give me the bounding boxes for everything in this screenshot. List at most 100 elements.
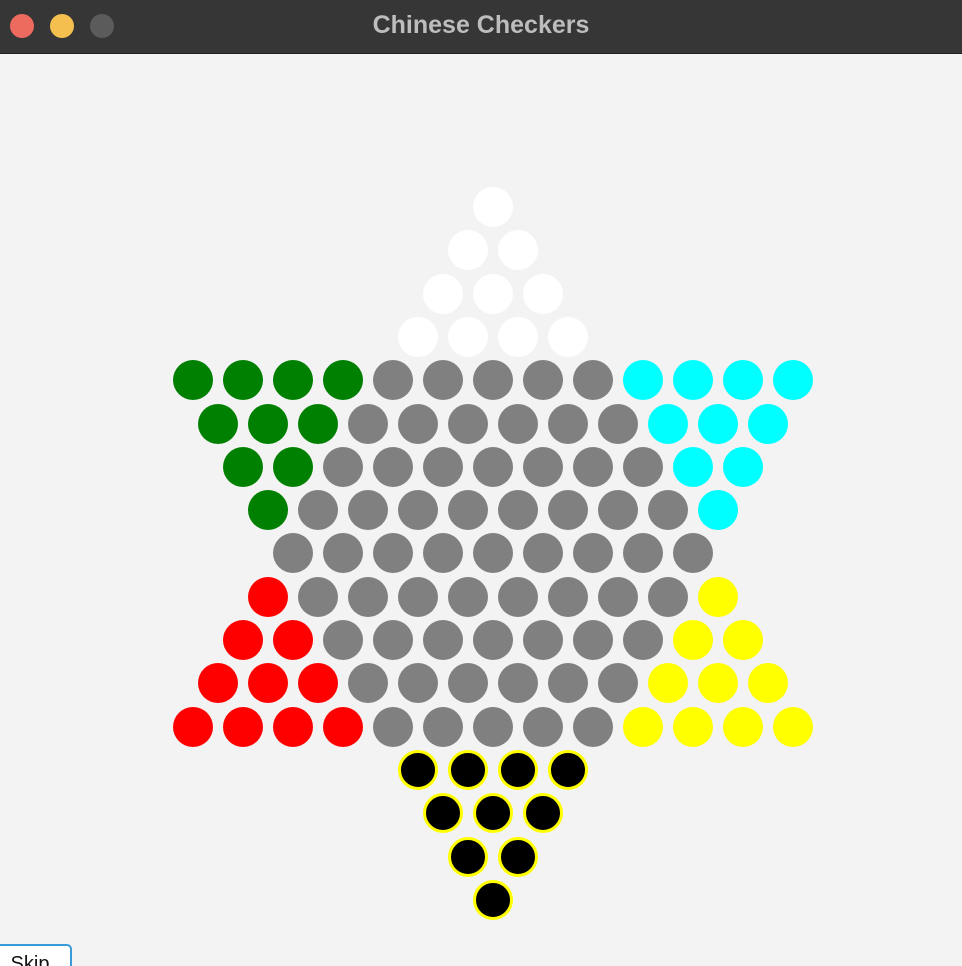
- empty-hole[interactable]: [398, 576, 438, 617]
- yellow-piece[interactable]: [673, 706, 713, 747]
- empty-hole[interactable]: [523, 533, 563, 574]
- empty-hole[interactable]: [523, 446, 563, 487]
- empty-hole[interactable]: [573, 446, 613, 487]
- green-piece[interactable]: [248, 403, 288, 444]
- empty-hole[interactable]: [498, 663, 538, 704]
- empty-hole[interactable]: [523, 706, 563, 747]
- empty-hole[interactable]: [498, 403, 538, 444]
- cyan-piece[interactable]: [648, 403, 688, 444]
- empty-hole[interactable]: [673, 533, 713, 574]
- cyan-piece[interactable]: [748, 403, 788, 444]
- empty-hole[interactable]: [423, 533, 463, 574]
- cyan-piece[interactable]: [673, 446, 713, 487]
- red-piece[interactable]: [223, 620, 263, 660]
- empty-hole[interactable]: [423, 360, 463, 401]
- black-piece[interactable]: [548, 749, 588, 790]
- white-piece[interactable]: [423, 273, 463, 314]
- empty-hole[interactable]: [423, 446, 463, 487]
- empty-hole[interactable]: [398, 663, 438, 704]
- black-piece[interactable]: [448, 749, 488, 790]
- empty-hole[interactable]: [323, 446, 363, 487]
- white-piece[interactable]: [498, 230, 538, 271]
- empty-hole[interactable]: [548, 403, 588, 444]
- empty-hole[interactable]: [323, 620, 363, 660]
- empty-hole[interactable]: [398, 490, 438, 531]
- empty-hole[interactable]: [298, 576, 338, 617]
- green-piece[interactable]: [273, 360, 313, 401]
- empty-hole[interactable]: [398, 403, 438, 444]
- white-piece[interactable]: [398, 316, 438, 357]
- empty-hole[interactable]: [598, 663, 638, 704]
- yellow-piece[interactable]: [698, 663, 738, 704]
- empty-hole[interactable]: [623, 620, 663, 660]
- empty-hole[interactable]: [473, 620, 513, 660]
- empty-hole[interactable]: [423, 706, 463, 747]
- empty-hole[interactable]: [573, 533, 613, 574]
- empty-hole[interactable]: [573, 360, 613, 401]
- empty-hole[interactable]: [348, 403, 388, 444]
- red-piece[interactable]: [173, 706, 213, 747]
- empty-hole[interactable]: [373, 360, 413, 401]
- yellow-piece[interactable]: [723, 620, 763, 660]
- red-piece[interactable]: [298, 663, 338, 704]
- empty-hole[interactable]: [548, 663, 588, 704]
- empty-hole[interactable]: [523, 620, 563, 660]
- yellow-piece[interactable]: [623, 706, 663, 747]
- red-piece[interactable]: [273, 706, 313, 747]
- green-piece[interactable]: [323, 360, 363, 401]
- empty-hole[interactable]: [373, 446, 413, 487]
- empty-hole[interactable]: [473, 533, 513, 574]
- empty-hole[interactable]: [323, 533, 363, 574]
- yellow-piece[interactable]: [673, 620, 713, 660]
- cyan-piece[interactable]: [623, 360, 663, 401]
- black-piece[interactable]: [523, 793, 563, 834]
- yellow-piece[interactable]: [698, 576, 738, 617]
- empty-hole[interactable]: [348, 663, 388, 704]
- empty-hole[interactable]: [348, 490, 388, 531]
- skip-turn-button[interactable]: Skip: [0, 944, 72, 966]
- empty-hole[interactable]: [373, 533, 413, 574]
- empty-hole[interactable]: [573, 620, 613, 660]
- white-piece[interactable]: [448, 230, 488, 271]
- cyan-piece[interactable]: [673, 360, 713, 401]
- cyan-piece[interactable]: [698, 490, 738, 531]
- yellow-piece[interactable]: [773, 706, 813, 747]
- black-piece[interactable]: [423, 793, 463, 834]
- empty-hole[interactable]: [448, 576, 488, 617]
- black-piece[interactable]: [473, 793, 513, 834]
- empty-hole[interactable]: [623, 533, 663, 574]
- white-piece[interactable]: [473, 273, 513, 314]
- empty-hole[interactable]: [448, 490, 488, 531]
- green-piece[interactable]: [298, 403, 338, 444]
- empty-hole[interactable]: [598, 403, 638, 444]
- red-piece[interactable]: [323, 706, 363, 747]
- empty-hole[interactable]: [473, 446, 513, 487]
- empty-hole[interactable]: [523, 360, 563, 401]
- white-piece[interactable]: [473, 187, 513, 227]
- red-piece[interactable]: [248, 576, 288, 617]
- red-piece[interactable]: [273, 620, 313, 660]
- cyan-piece[interactable]: [723, 360, 763, 401]
- yellow-piece[interactable]: [648, 663, 688, 704]
- cyan-piece[interactable]: [723, 446, 763, 487]
- green-piece[interactable]: [173, 360, 213, 401]
- cyan-piece[interactable]: [698, 403, 738, 444]
- yellow-piece[interactable]: [748, 663, 788, 704]
- cyan-piece[interactable]: [773, 360, 813, 401]
- empty-hole[interactable]: [598, 490, 638, 531]
- empty-hole[interactable]: [623, 446, 663, 487]
- empty-hole[interactable]: [473, 706, 513, 747]
- empty-hole[interactable]: [273, 533, 313, 574]
- empty-hole[interactable]: [448, 663, 488, 704]
- black-piece[interactable]: [498, 836, 538, 877]
- empty-hole[interactable]: [548, 490, 588, 531]
- black-piece[interactable]: [473, 879, 513, 920]
- empty-hole[interactable]: [498, 576, 538, 617]
- empty-hole[interactable]: [498, 490, 538, 531]
- green-piece[interactable]: [273, 446, 313, 487]
- empty-hole[interactable]: [423, 620, 463, 660]
- empty-hole[interactable]: [473, 360, 513, 401]
- empty-hole[interactable]: [648, 576, 688, 617]
- empty-hole[interactable]: [373, 706, 413, 747]
- red-piece[interactable]: [248, 663, 288, 704]
